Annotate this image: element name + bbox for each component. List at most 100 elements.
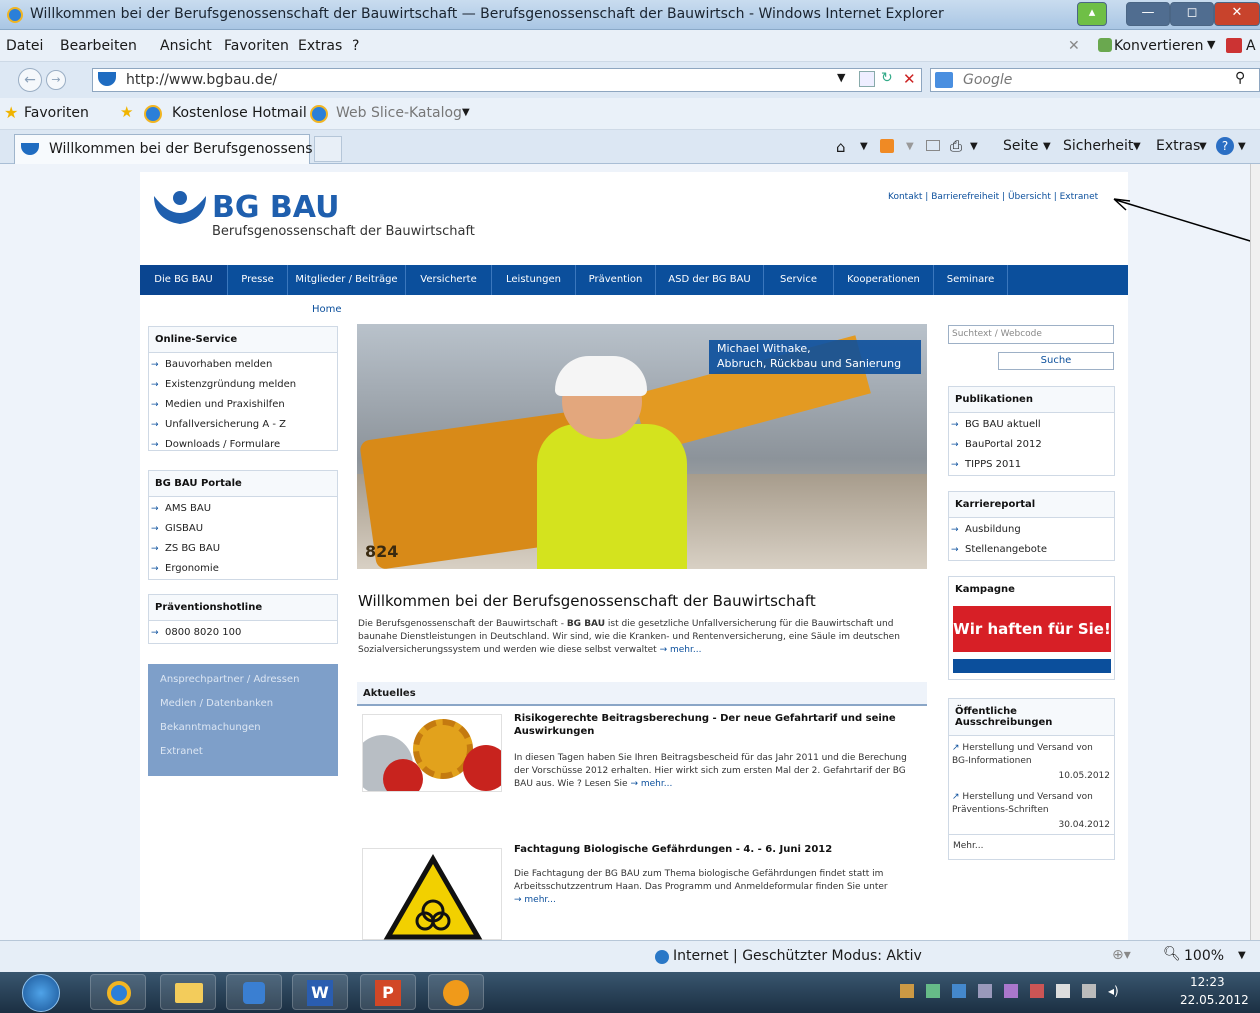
task-icon[interactable]: ▴ xyxy=(1077,2,1107,26)
clock-date[interactable]: 22.05.2012 xyxy=(1180,993,1249,1007)
close-toolbar-icon[interactable]: ✕ xyxy=(1068,38,1080,54)
tray-icon-6[interactable] xyxy=(1030,984,1044,998)
menu-help[interactable]: ? xyxy=(352,38,359,54)
hotline-number[interactable]: 0800 8020 100 xyxy=(149,623,337,643)
nav-kooperationen[interactable]: Kooperationen xyxy=(834,265,934,295)
link-extranet[interactable]: Extranet xyxy=(160,740,338,764)
feeds-icon[interactable] xyxy=(880,139,894,153)
search-icon[interactable]: ⚲ xyxy=(1235,70,1245,86)
ausschreibung-1[interactable]: ↗ Herstellung und Versand von BG-Informa… xyxy=(949,736,1114,768)
stop-icon[interactable]: ✕ xyxy=(903,70,916,88)
flag-icon[interactable] xyxy=(1082,984,1096,998)
link-ansprechpartner[interactable]: Ansprechpartner / Adressen xyxy=(160,668,338,692)
webslice-dropdown-icon[interactable]: ▼ xyxy=(462,107,470,118)
refresh-icon[interactable]: ↻ xyxy=(881,70,893,86)
zoom-level[interactable]: 100% xyxy=(1184,948,1224,964)
menu-favoriten[interactable]: Favoriten xyxy=(224,38,289,54)
page-scrollbar[interactable] xyxy=(1250,164,1260,940)
nav-praevention[interactable]: Prävention xyxy=(576,265,656,295)
news-1-title[interactable]: Risikogerechte Beitragsberechung - Der n… xyxy=(514,712,914,738)
taskbar-powerpoint[interactable]: P xyxy=(360,974,416,1010)
volume-icon[interactable]: ◂) xyxy=(1108,984,1122,998)
nav-mitglieder[interactable]: Mitglieder / Beiträge xyxy=(288,265,406,295)
taskbar-word[interactable]: W xyxy=(292,974,348,1010)
link-tipps[interactable]: TIPPS 2011 xyxy=(949,455,1114,475)
new-tab-button[interactable] xyxy=(314,136,342,162)
start-button[interactable] xyxy=(22,974,60,1012)
help-icon[interactable]: ? xyxy=(1216,137,1234,155)
taskbar-app[interactable] xyxy=(428,974,484,1010)
link-bekanntmachungen[interactable]: Bekanntmachungen xyxy=(160,716,338,740)
close-window-button[interactable]: ✕ xyxy=(1214,2,1260,26)
seite-menu[interactable]: Seite xyxy=(1003,138,1039,154)
home-dropdown-icon[interactable]: ▼ xyxy=(860,141,868,152)
tab-active[interactable]: Willkommen bei der Berufsgenossens... xyxy=(14,134,326,164)
link-bauportal[interactable]: BauPortal 2012 xyxy=(949,435,1114,455)
favorites-button[interactable]: Favoriten xyxy=(24,105,89,121)
menu-extras[interactable]: Extras xyxy=(298,38,342,54)
ausschreibung-2[interactable]: ↗ Herstellung und Versand von Prävention… xyxy=(949,785,1114,817)
link-ergonomie[interactable]: Ergonomie xyxy=(149,559,337,579)
link-gisbau[interactable]: GISBAU xyxy=(149,519,337,539)
convert-button[interactable]: Konvertieren xyxy=(1114,38,1204,54)
url-field[interactable]: http://www.bgbau.de/ ▼ ↻ ✕ xyxy=(92,68,922,92)
back-button[interactable]: ← xyxy=(18,68,42,92)
link-datenbanken[interactable]: Medien / Datenbanken xyxy=(160,692,338,716)
news-2-title[interactable]: Fachtagung Biologische Gefährdungen - 4.… xyxy=(514,844,832,855)
link-unfallversicherung[interactable]: Unfallversicherung A - Z xyxy=(149,415,337,435)
link-bauvorhaben[interactable]: Bauvorhaben melden xyxy=(149,355,337,375)
webslice-link[interactable]: Web Slice-Katalog xyxy=(336,105,462,121)
nav-asd[interactable]: ASD der BG BAU xyxy=(656,265,764,295)
ausschreibungen-more-link[interactable]: Mehr... xyxy=(949,835,1114,858)
tray-icon-4[interactable] xyxy=(978,984,992,998)
welcome-more-link[interactable]: → mehr... xyxy=(660,645,702,655)
nav-leistungen[interactable]: Leistungen xyxy=(492,265,576,295)
nav-versicherte[interactable]: Versicherte xyxy=(406,265,492,295)
tray-icon-1[interactable] xyxy=(900,984,914,998)
link-bg-bau-aktuell[interactable]: BG BAU aktuell xyxy=(949,415,1114,435)
sicherheit-menu[interactable]: Sicherheit xyxy=(1063,138,1133,154)
print-dropdown-icon[interactable]: ▼ xyxy=(970,141,978,152)
menu-bearbeiten[interactable]: Bearbeiten xyxy=(60,38,137,54)
tray-icon-2[interactable] xyxy=(926,984,940,998)
link-zs-bg-bau[interactable]: ZS BG BAU xyxy=(149,539,337,559)
menu-ad[interactable]: A xyxy=(1246,38,1256,54)
link-medien[interactable]: Medien und Praxishilfen xyxy=(149,395,337,415)
breadcrumb[interactable]: Home xyxy=(312,304,342,315)
nav-die-bg-bau[interactable]: Die BG BAU xyxy=(140,265,228,295)
link-stellenangebote[interactable]: Stellenangebote xyxy=(949,540,1114,560)
hotmail-link[interactable]: Kostenlose Hotmail xyxy=(172,105,307,121)
url-dropdown-icon[interactable]: ▼ xyxy=(837,71,845,84)
clock-time[interactable]: 12:23 xyxy=(1190,975,1225,989)
help-dropdown-icon[interactable]: ▼ xyxy=(1238,141,1246,152)
link-downloads[interactable]: Downloads / Formulare xyxy=(149,435,337,455)
site-search-button[interactable]: Suche xyxy=(998,352,1114,370)
taskbar-media[interactable] xyxy=(226,974,282,1010)
site-search-input[interactable]: Suchtext / Webcode xyxy=(948,325,1114,344)
print-icon[interactable]: ⎙ xyxy=(950,137,962,155)
menu-datei[interactable]: Datei xyxy=(6,38,43,54)
link-ams-bau[interactable]: AMS BAU xyxy=(149,499,337,519)
top-links[interactable]: Kontakt | Barrierefreiheit | Übersicht |… xyxy=(888,192,1098,202)
compat-view-icon[interactable] xyxy=(859,71,875,87)
mail-icon[interactable] xyxy=(926,140,940,151)
link-ausbildung[interactable]: Ausbildung xyxy=(949,520,1114,540)
feeds-dropdown-icon[interactable]: ▼ xyxy=(906,141,914,152)
extras-menu[interactable]: Extras xyxy=(1156,138,1200,154)
nav-seminare[interactable]: Seminare xyxy=(934,265,1008,295)
home-icon[interactable]: ⌂ xyxy=(836,138,846,156)
minimize-button[interactable]: — xyxy=(1126,2,1170,26)
protected-mode-icon[interactable]: ⊕▾ xyxy=(1112,947,1131,963)
menu-ansicht[interactable]: Ansicht xyxy=(160,38,212,54)
nav-service[interactable]: Service xyxy=(764,265,834,295)
forward-button[interactable]: → xyxy=(46,70,66,90)
network-icon[interactable] xyxy=(1056,984,1070,998)
maximize-button[interactable]: ◻ xyxy=(1170,2,1214,26)
taskbar-explorer[interactable] xyxy=(160,974,216,1010)
add-favorite-icon[interactable]: ★ xyxy=(120,103,133,121)
news-1-more-link[interactable]: → mehr... xyxy=(630,779,672,789)
link-existenzgruendung[interactable]: Existenzgründung melden xyxy=(149,375,337,395)
search-box[interactable]: Google ⚲ xyxy=(930,68,1260,92)
dropdown-arrow-icon[interactable]: ▼ xyxy=(1207,38,1215,51)
nav-presse[interactable]: Presse xyxy=(228,265,288,295)
